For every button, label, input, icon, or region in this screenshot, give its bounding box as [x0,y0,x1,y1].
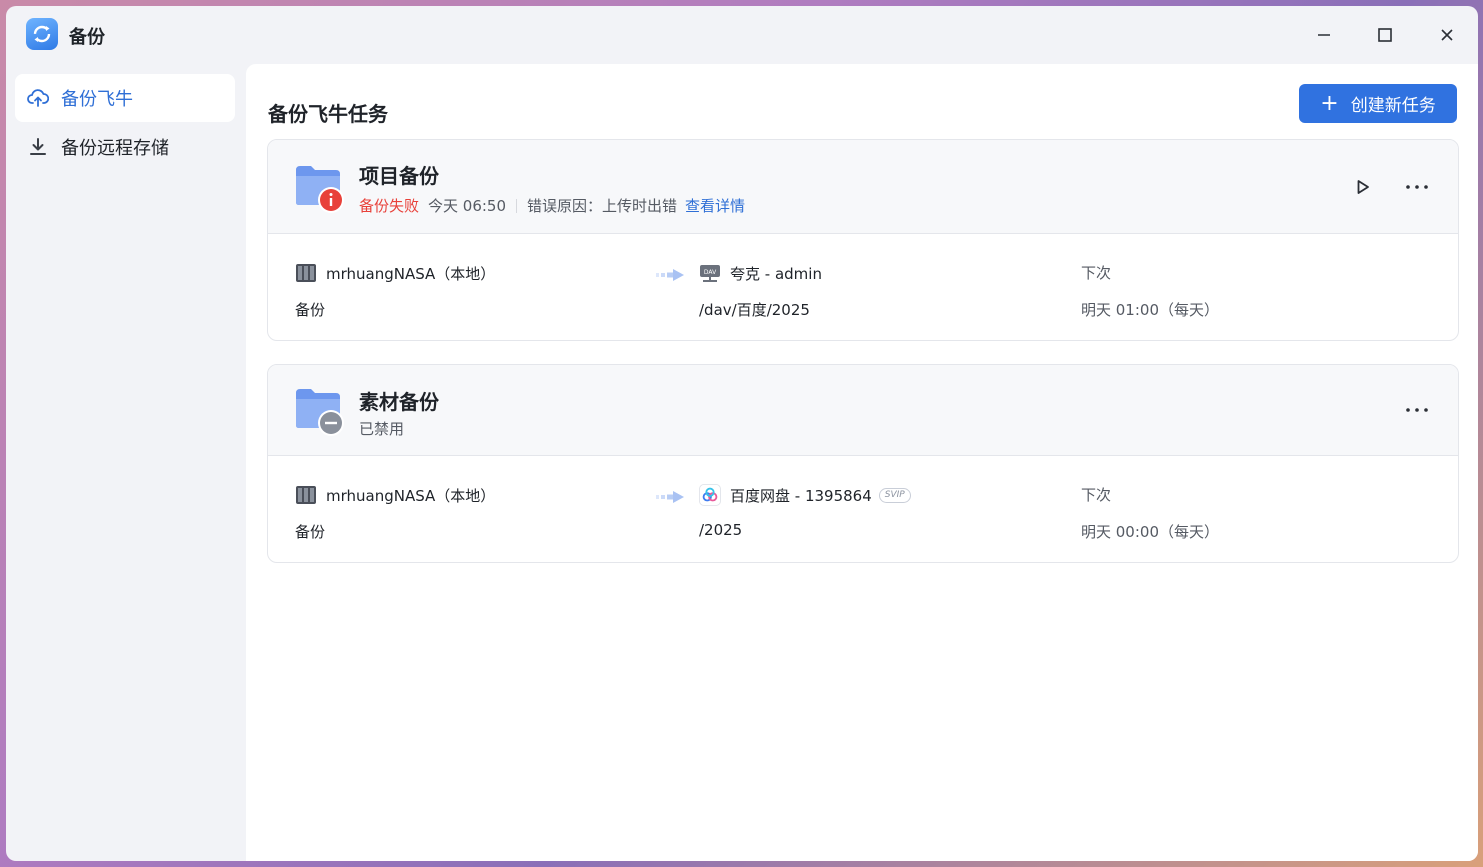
baidu-netdisk-icon [699,484,721,506]
nas-server-icon [295,262,317,284]
task-card-body: mrhuangNASA（本地） 备份 [268,234,1458,340]
source-device-label: mrhuangNASA（本地） [326,264,496,283]
plus-icon: + [1320,90,1339,116]
flow-arrow-icon [656,265,688,285]
source-device-label: mrhuangNASA（本地） [326,486,496,505]
sidebar-item-backup-remote[interactable]: 备份远程存储 [15,123,235,171]
folder-error-icon [294,164,346,214]
target-path: /2025 [699,521,743,539]
target-storage: DAV 夸克 - admin [699,262,822,284]
webdav-icon: DAV [699,262,721,284]
svg-text:DAV: DAV [704,269,717,276]
next-run-time: 明天 00:00（每天） [1081,523,1219,541]
backup-app-icon [26,18,58,50]
flow-arrow-icon [656,487,688,507]
nas-server-icon [295,484,317,506]
folder-disabled-icon [294,387,346,437]
svip-badge: SVIP [878,487,911,503]
source-path: 备份 [295,301,326,319]
next-run-time: 明天 01:00（每天） [1081,301,1219,319]
next-run-label: 下次 [1081,264,1112,282]
source-path: 备份 [295,523,326,541]
close-button[interactable] [1432,20,1462,50]
window-title: 备份 [69,27,105,48]
status-time: 今天 06:50 [428,197,507,215]
source-device: mrhuangNASA（本地） [295,484,495,506]
create-task-label: 创建新任务 [1350,96,1436,116]
target-path: /dav/百度/2025 [699,301,810,319]
title-bar: 备份 [6,6,1478,64]
sidebar: 备份飞牛 备份远程存储 [6,64,246,861]
task-card-body: mrhuangNASA（本地） 备份 [268,456,1458,562]
error-reason: 错误原因：上传时出错 [527,197,678,215]
next-run-label: 下次 [1081,486,1112,504]
sidebar-item-label: 备份远程存储 [61,138,169,159]
target-storage: 百度网盘 - 1395864 SVIP [699,484,911,506]
create-task-button[interactable]: + 创建新任务 [1299,84,1457,123]
task-card-header: 项目备份 备份失败 今天 06:50 错误原因：上传时出错 查看详情 [268,140,1458,234]
maximize-button[interactable] [1370,20,1400,50]
status-badge: 备份失败 [359,197,420,215]
task-card-header: 素材备份 已禁用 [268,365,1458,456]
task-status-line: 已禁用 [359,418,404,439]
main-panel: 备份飞牛任务 + 创建新任务 项目备份 备份失败 今天 06:50 错误原因：上… [246,64,1478,861]
cloud-upload-icon [27,87,49,109]
more-options-button[interactable] [1404,174,1430,200]
task-card: 素材备份 已禁用 mrhuangNASA（本地） 备份 百度网盘 - 13958… [267,364,1459,563]
task-name: 项目备份 [359,164,439,188]
view-details-link[interactable]: 查看详情 [685,195,745,216]
run-task-button[interactable] [1350,174,1376,200]
minimize-button[interactable] [1309,20,1339,50]
target-label: 百度网盘 - 1395864 [730,486,872,505]
app-window: 备份 备份飞牛 备份远程存储 备份飞牛任务 + 创建新任务 项目备份 备份失败 … [6,6,1478,861]
task-status-line: 备份失败 今天 06:50 错误原因：上传时出错 查看详情 [359,195,745,216]
divider [516,198,518,213]
sidebar-item-label: 备份飞牛 [61,89,133,110]
more-options-button[interactable] [1404,397,1430,423]
page-title: 备份飞牛任务 [268,102,388,126]
source-device: mrhuangNASA（本地） [295,262,495,284]
target-label: 夸克 - admin [730,264,822,283]
sidebar-item-backup-fnos[interactable]: 备份飞牛 [15,74,235,122]
task-card: 项目备份 备份失败 今天 06:50 错误原因：上传时出错 查看详情 mrhua… [267,139,1459,341]
task-name: 素材备份 [359,390,439,414]
status-badge: 已禁用 [359,420,405,438]
download-icon [27,136,49,158]
